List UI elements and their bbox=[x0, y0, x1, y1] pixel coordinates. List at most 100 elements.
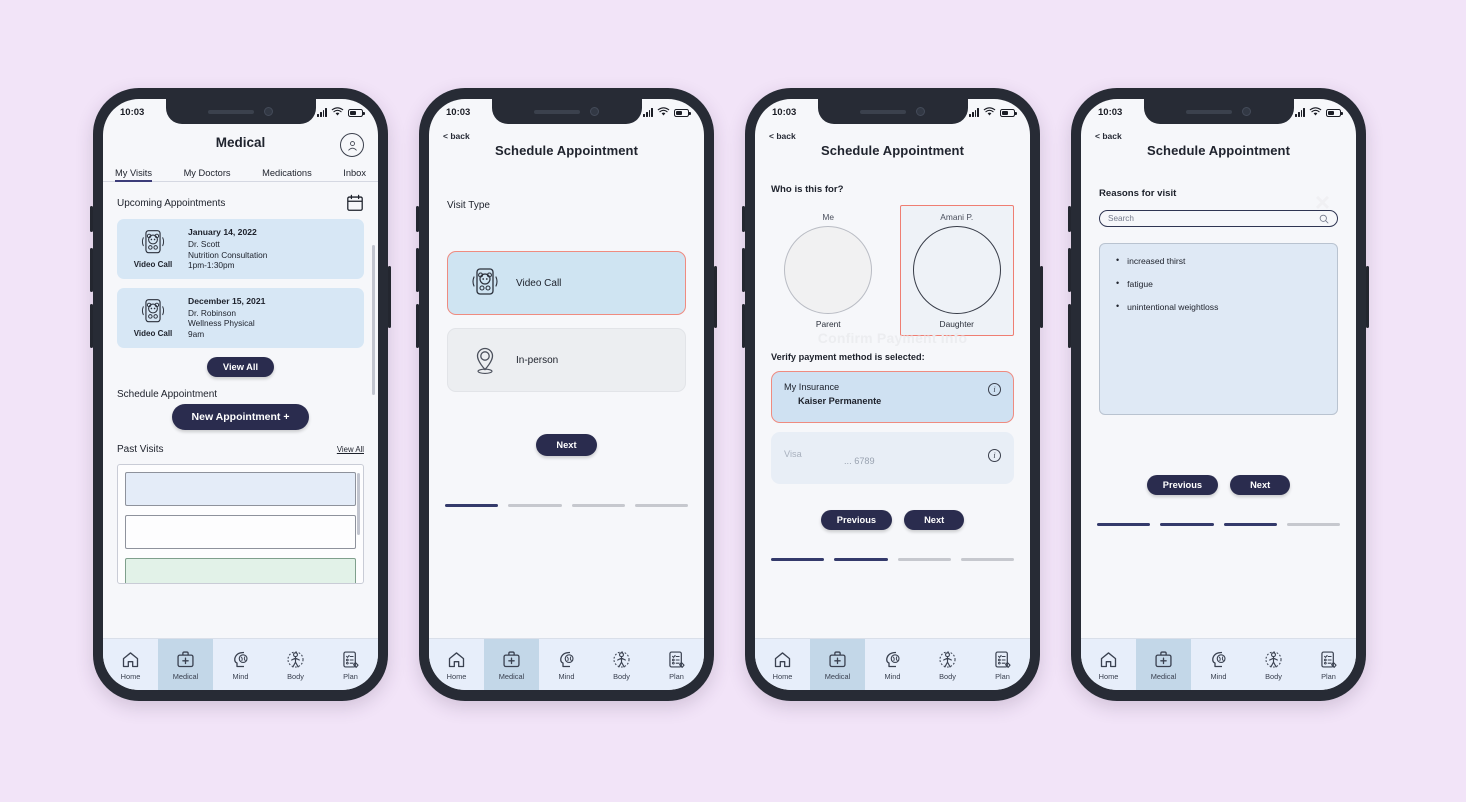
page-title: Schedule Appointment bbox=[820, 143, 965, 158]
nav-item-medical[interactable]: Medical bbox=[484, 639, 539, 690]
home-icon bbox=[1100, 651, 1117, 667]
nav-item-medical[interactable]: Medical bbox=[810, 639, 865, 690]
tab-bar: My Visits My Doctors Medications Inbox bbox=[103, 158, 378, 182]
nav-item-medical[interactable]: Medical bbox=[158, 639, 213, 690]
nav-item-body[interactable]: Body bbox=[268, 639, 323, 690]
past-visit-placeholder[interactable] bbox=[125, 514, 356, 549]
status-icons bbox=[1295, 107, 1343, 117]
phone-volume-up-button bbox=[416, 248, 419, 292]
reason-item[interactable]: • increased thirst bbox=[1110, 256, 1327, 267]
wifi-icon bbox=[331, 107, 344, 116]
new-appointment-button[interactable]: New Appointment + bbox=[171, 403, 310, 430]
tab-inbox[interactable]: Inbox bbox=[343, 168, 366, 181]
nav-item-plan[interactable]: Plan bbox=[1301, 639, 1356, 690]
selected-reasons-list[interactable]: • increased thirst • fatigue • unintenti… bbox=[1099, 243, 1338, 415]
past-visit-placeholder[interactable] bbox=[125, 471, 356, 506]
status-icons bbox=[969, 107, 1017, 117]
next-button[interactable]: Next bbox=[1230, 475, 1291, 495]
step-3 bbox=[897, 558, 951, 561]
back-link[interactable]: < back bbox=[755, 125, 1030, 141]
nav-label: Mind bbox=[558, 671, 575, 681]
nav-label: Plan bbox=[343, 671, 358, 681]
tab-my-visits[interactable]: My Visits bbox=[115, 168, 153, 182]
appointment-card[interactable]: Video Call January 14, 2022 Dr. Scott Nu… bbox=[117, 219, 364, 279]
reason-item[interactable]: • unintentional weightloss bbox=[1110, 302, 1327, 313]
appointment-card[interactable]: Video Call December 15, 2021 Dr. Robinso… bbox=[117, 287, 364, 348]
info-icon[interactable]: i bbox=[988, 449, 1001, 462]
step-1 bbox=[445, 504, 499, 507]
nav-item-mind[interactable]: Mind bbox=[539, 639, 594, 690]
search-input[interactable]: Search bbox=[1099, 210, 1338, 227]
back-link[interactable]: < back bbox=[1081, 125, 1356, 141]
phone-1-my-visits: 10:03 Medical My Visits My Doctors Medic… bbox=[90, 88, 391, 701]
nav-item-mind[interactable]: Mind bbox=[865, 639, 920, 690]
video-call-icon bbox=[141, 230, 165, 254]
option-video-call[interactable]: Video Call bbox=[447, 251, 686, 315]
nav-item-home[interactable]: Home bbox=[429, 639, 484, 690]
who-is-this-for-label: Who is this for? bbox=[771, 184, 844, 195]
nav-label: Medical bbox=[498, 671, 525, 681]
payment-method-visa[interactable]: Visa ... 6789 i bbox=[771, 432, 1014, 484]
step-indicator bbox=[755, 558, 1030, 561]
previous-button[interactable]: Previous bbox=[1146, 475, 1219, 495]
person-option-me[interactable]: Me Parent bbox=[771, 205, 886, 336]
past-visit-placeholder[interactable] bbox=[125, 557, 356, 583]
step-indicator bbox=[429, 504, 704, 507]
person-option-amani[interactable]: Amani P. Daughter bbox=[899, 205, 1014, 336]
back-link[interactable]: < back bbox=[429, 125, 704, 141]
phone-2-visit-type: 10:03 < back Schedule Appointment Visit … bbox=[416, 88, 717, 701]
option-in-person[interactable]: In-person bbox=[447, 328, 686, 392]
info-icon[interactable]: i bbox=[988, 383, 1001, 396]
wifi-icon bbox=[1309, 107, 1322, 116]
bullet-icon: • bbox=[1116, 278, 1120, 288]
mind-head-icon bbox=[234, 651, 248, 667]
status-icons bbox=[317, 107, 365, 117]
past-visits-scrollbar[interactable] bbox=[357, 472, 360, 535]
nav-item-mind[interactable]: Mind bbox=[1191, 639, 1246, 690]
verify-payment-label: Verify payment method is selected: bbox=[771, 352, 925, 362]
nav-item-home[interactable]: Home bbox=[103, 639, 158, 690]
step-4 bbox=[960, 558, 1014, 561]
profile-avatar-icon[interactable] bbox=[340, 133, 364, 157]
bottom-navigation: Home Medical Mind Body Plan bbox=[429, 638, 704, 690]
tab-medications[interactable]: Medications bbox=[262, 168, 312, 181]
body-icon bbox=[939, 650, 956, 668]
video-call-icon bbox=[472, 268, 498, 295]
nav-item-home[interactable]: Home bbox=[755, 639, 810, 690]
nav-item-home[interactable]: Home bbox=[1081, 639, 1136, 690]
nav-item-body[interactable]: Body bbox=[1246, 639, 1301, 690]
nav-item-plan[interactable]: Plan bbox=[975, 639, 1030, 690]
nav-label: Body bbox=[287, 671, 304, 681]
nav-label: Body bbox=[1265, 671, 1282, 681]
appointment-doctor: Dr. Scott bbox=[188, 239, 220, 249]
nav-label: Home bbox=[1098, 671, 1119, 681]
nav-item-plan[interactable]: Plan bbox=[649, 639, 704, 690]
payment-method-insurance[interactable]: My Insurance Kaiser Permanente i bbox=[771, 371, 1014, 423]
status-time: 10:03 bbox=[1098, 106, 1123, 118]
appointment-type: Video Call bbox=[127, 297, 179, 338]
battery-icon bbox=[1326, 109, 1343, 117]
past-visits-list[interactable] bbox=[117, 463, 364, 584]
nav-item-body[interactable]: Body bbox=[920, 639, 975, 690]
step-2 bbox=[1160, 523, 1214, 526]
bottom-navigation: Home Medical Mind Body Plan bbox=[755, 638, 1030, 690]
screen-2-content: < back Schedule Appointment Visit Type V… bbox=[429, 125, 704, 638]
nav-item-plan[interactable]: Plan bbox=[323, 639, 378, 690]
phone-4-reasons: 10:03 < back Schedule Appointment × Reas… bbox=[1068, 88, 1369, 701]
next-button[interactable]: Next bbox=[536, 434, 597, 456]
view-all-button[interactable]: View All bbox=[206, 356, 275, 377]
option-label: In-person bbox=[516, 354, 559, 366]
past-visits-view-all-link[interactable]: View All bbox=[337, 445, 364, 454]
previous-button[interactable]: Previous bbox=[820, 510, 893, 530]
tab-my-doctors[interactable]: My Doctors bbox=[184, 168, 231, 181]
page-scrollbar[interactable] bbox=[371, 245, 375, 395]
reason-label: fatigue bbox=[1127, 279, 1153, 289]
nav-label: Home bbox=[446, 671, 467, 681]
nav-label: Plan bbox=[1321, 671, 1336, 681]
reason-item[interactable]: • fatigue bbox=[1110, 278, 1327, 290]
nav-item-body[interactable]: Body bbox=[594, 639, 649, 690]
next-button[interactable]: Next bbox=[904, 510, 965, 530]
nav-item-medical[interactable]: Medical bbox=[1136, 639, 1191, 690]
nav-item-mind[interactable]: Mind bbox=[213, 639, 268, 690]
calendar-icon[interactable] bbox=[346, 194, 364, 212]
